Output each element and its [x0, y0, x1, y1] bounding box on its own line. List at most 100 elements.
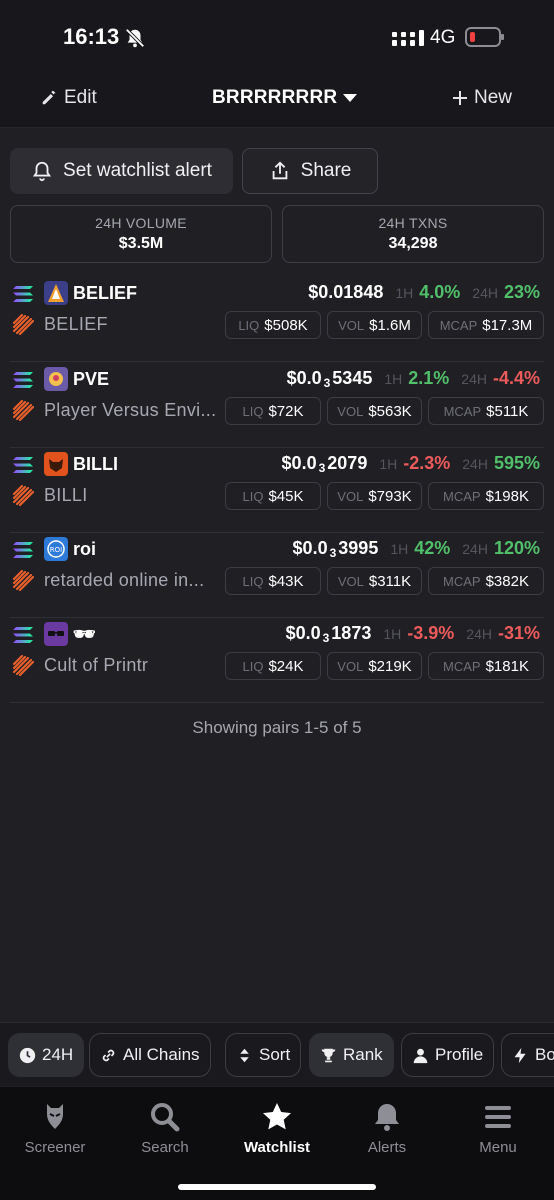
stat-label: 24H TXNS [378, 215, 448, 231]
profile-label: Profile [435, 1045, 484, 1064]
liquidity-value: $24K [268, 657, 304, 675]
liquidity-pill: LIQ $24K [225, 652, 321, 680]
tab-alerts[interactable]: Alerts [332, 1101, 442, 1156]
pair-row[interactable]: BILLI BILLI $0.0 3 2079 1H -2.3% 24H 595% LIQ $45K… [0, 447, 554, 533]
volume-value: $219K [368, 657, 412, 675]
trophy-icon [321, 1048, 336, 1062]
sort-chip[interactable]: Sort [225, 1033, 302, 1077]
alert-label: Set watchlist alert [63, 160, 212, 181]
token-logo [44, 622, 68, 646]
price-main: $0.0 [292, 538, 328, 558]
pill-label: LIQ [242, 573, 264, 589]
pair-row[interactable]: BELIEF BELIEF $0.01848 1H 4.0% 24H 23% LIQ $508K… [0, 276, 554, 362]
boosts-chip[interactable]: Bo [501, 1033, 554, 1077]
dex-icon [12, 399, 35, 422]
price-digits: 5345 [332, 368, 373, 388]
pill-label: MCAP [443, 403, 482, 419]
change-1h-label: 1H [379, 456, 398, 472]
dex-icon [12, 484, 35, 507]
change-1h-label: 1H [390, 541, 409, 557]
boosts-label: Bo [535, 1045, 554, 1064]
watchlist-name: BRRRRRRRR [212, 87, 338, 108]
tab-search[interactable]: Search [110, 1101, 220, 1156]
tab-screener[interactable]: Screener [0, 1101, 110, 1156]
pill-label: VOL [337, 488, 364, 504]
change-1h: 2.1% [408, 368, 450, 388]
change-24h-label: 24H [462, 456, 488, 472]
stat-24h-txns: 24H TXNS 34,298 [282, 205, 544, 263]
pair-row[interactable]: PVE Player Versus Envi... $0.0 3 5345 1H 2.1% 2… [0, 362, 554, 448]
bell-muted-icon [125, 28, 145, 48]
price-zero-count: 3 [329, 546, 337, 560]
time-filter-label: 24H [42, 1045, 74, 1064]
new-watchlist-button[interactable]: New [452, 87, 512, 109]
liquidity-pill: LIQ $72K [225, 397, 321, 425]
solana-chain-icon [12, 456, 34, 474]
pill-label: VOL [337, 573, 364, 589]
pair-row[interactable]: ROI roi retarded online in... $0.0 3 3995 1H 42… [0, 532, 554, 618]
caret-down-icon [343, 94, 358, 102]
time-filter-chip[interactable]: 24H [8, 1033, 85, 1077]
menu-icon [485, 1106, 511, 1128]
sort-label: Sort [259, 1045, 291, 1064]
change-1h: -2.3% [403, 453, 451, 473]
market-cap-value: $511K [486, 402, 529, 420]
volume-value: $793K [368, 487, 412, 505]
liquidity-pill: LIQ $508K [225, 311, 321, 339]
watchlist-selector[interactable]: BRRRRRRRR [212, 87, 358, 109]
pair-row[interactable]: 🕶 Cult of Printr $0.0 3 1873 1H -3.9% 24H -31% LI… [0, 617, 554, 703]
change-1h: -3.9% [407, 623, 455, 643]
change-24h: -4.4% [492, 368, 540, 388]
liquidity-value: $45K [268, 487, 304, 505]
price-line: $0.0 3 1873 1H -3.9% 24H -31% [286, 623, 540, 645]
solana-chain-icon [12, 541, 34, 559]
chains-filter-chip[interactable]: All Chains [89, 1033, 211, 1077]
clock-icon [19, 1047, 36, 1063]
stat-value: 34,298 [388, 235, 438, 252]
liquidity-pill: LIQ $43K [225, 567, 321, 595]
token-symbol: 🕶 [73, 624, 96, 644]
market-cap-pill: MCAP $17.3M [428, 311, 544, 339]
change-24h-label: 24H [461, 371, 487, 387]
change-1h-label: 1H [395, 285, 414, 301]
status-time: 16:13 [63, 24, 120, 49]
edit-button[interactable]: Edit [40, 87, 97, 109]
battery-icon [465, 27, 504, 47]
rank-chip[interactable]: Rank [309, 1033, 394, 1077]
set-watchlist-alert-button[interactable]: Set watchlist alert [10, 148, 233, 194]
volume-value: $563K [368, 402, 412, 420]
market-cap-pill: MCAP $511K [428, 397, 544, 425]
volume-value: $311K [368, 572, 412, 590]
pill-label: LIQ [242, 488, 264, 504]
profile-chip[interactable]: Profile [401, 1033, 495, 1077]
signal-icon [392, 30, 424, 46]
search-icon [151, 1103, 180, 1132]
liquidity-value: $43K [268, 572, 304, 590]
market-cap-pill: MCAP $181K [428, 652, 544, 680]
row-divider [10, 702, 544, 703]
tab-menu[interactable]: Menu [443, 1101, 553, 1156]
share-icon [272, 161, 287, 180]
change-24h: 595% [493, 453, 540, 473]
pill-label: LIQ [242, 658, 264, 674]
volume-pill: VOL $793K [327, 482, 422, 510]
status-bar: 16:13 4G [0, 0, 554, 72]
eagle-icon [47, 1104, 63, 1129]
edit-label: Edit [64, 87, 97, 108]
liquidity-value: $508K [264, 316, 308, 334]
tab-watchlist[interactable]: Watchlist [222, 1101, 332, 1156]
pill-label: LIQ [238, 317, 260, 333]
token-price: $0.0 3 2079 [282, 453, 368, 475]
link-icon [102, 1049, 115, 1061]
token-name: BILLI [44, 485, 88, 505]
share-button[interactable]: Share [242, 148, 378, 194]
pill-label: VOL [337, 658, 364, 674]
token-price: $0.0 3 5345 [287, 368, 373, 390]
change-1h: 4.0% [419, 282, 461, 302]
filter-bar: 24H All Chains Sort Rank Profile Bo [0, 1022, 554, 1086]
bolt-icon [514, 1047, 526, 1063]
pencil-icon [42, 90, 56, 105]
token-logo [44, 367, 68, 391]
change-1h-label: 1H [383, 626, 402, 642]
token-price: $0.01848 [308, 282, 383, 303]
